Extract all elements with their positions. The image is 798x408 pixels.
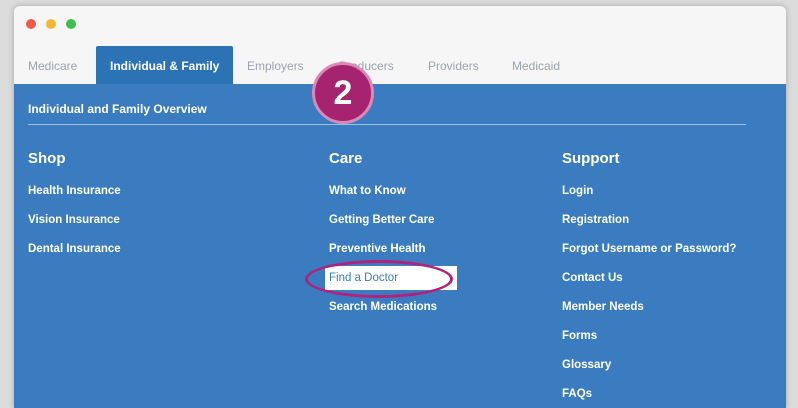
tab-providers[interactable]: Providers xyxy=(428,46,479,84)
title-bar xyxy=(14,6,786,42)
dental-insurance-link[interactable]: Dental Insurance xyxy=(28,243,121,272)
step-number-badge: 2 xyxy=(312,62,374,124)
support-heading: Support xyxy=(562,150,620,167)
mega-menu-panel: Individual and Family Overview Shop Heal… xyxy=(14,84,786,408)
shop-column: Shop Health Insurance Vision Insurance D… xyxy=(28,150,121,272)
tab-employers[interactable]: Employers xyxy=(247,46,304,84)
find-a-doctor-link[interactable]: Find a Doctor xyxy=(305,260,457,301)
forms-link[interactable]: Forms xyxy=(562,330,736,359)
faqs-link[interactable]: FAQs xyxy=(562,388,736,408)
browser-window: Medicare Individual & Family Employers P… xyxy=(14,6,786,408)
tab-medicaid[interactable]: Medicaid xyxy=(512,46,560,84)
maximize-window-icon[interactable] xyxy=(66,19,76,29)
login-link[interactable]: Login xyxy=(562,185,736,214)
minimize-window-icon[interactable] xyxy=(46,19,56,29)
what-to-know-link[interactable]: What to Know xyxy=(329,185,437,214)
care-column: Care What to Know Getting Better Care Pr… xyxy=(305,150,457,330)
tab-medicare[interactable]: Medicare xyxy=(28,46,77,84)
vision-insurance-link[interactable]: Vision Insurance xyxy=(28,214,121,243)
annotation-circle xyxy=(305,260,453,298)
shop-heading: Shop xyxy=(28,150,66,167)
forgot-credentials-link[interactable]: Forgot Username or Password? xyxy=(562,243,736,272)
divider xyxy=(28,124,746,125)
health-insurance-link[interactable]: Health Insurance xyxy=(28,185,121,214)
contact-us-link[interactable]: Contact Us xyxy=(562,272,736,301)
support-column: Support Login Registration Forgot Userna… xyxy=(562,150,736,408)
registration-link[interactable]: Registration xyxy=(562,214,736,243)
tab-individual-family[interactable]: Individual & Family xyxy=(96,46,234,84)
search-medications-link[interactable]: Search Medications xyxy=(329,301,437,330)
close-window-icon[interactable] xyxy=(26,19,36,29)
care-heading: Care xyxy=(329,150,363,167)
main-nav-tabs: Medicare Individual & Family Employers P… xyxy=(14,46,786,84)
getting-better-care-link[interactable]: Getting Better Care xyxy=(329,214,437,243)
member-needs-link[interactable]: Member Needs xyxy=(562,301,736,330)
overview-link[interactable]: Individual and Family Overview xyxy=(28,102,207,116)
glossary-link[interactable]: Glossary xyxy=(562,359,736,388)
